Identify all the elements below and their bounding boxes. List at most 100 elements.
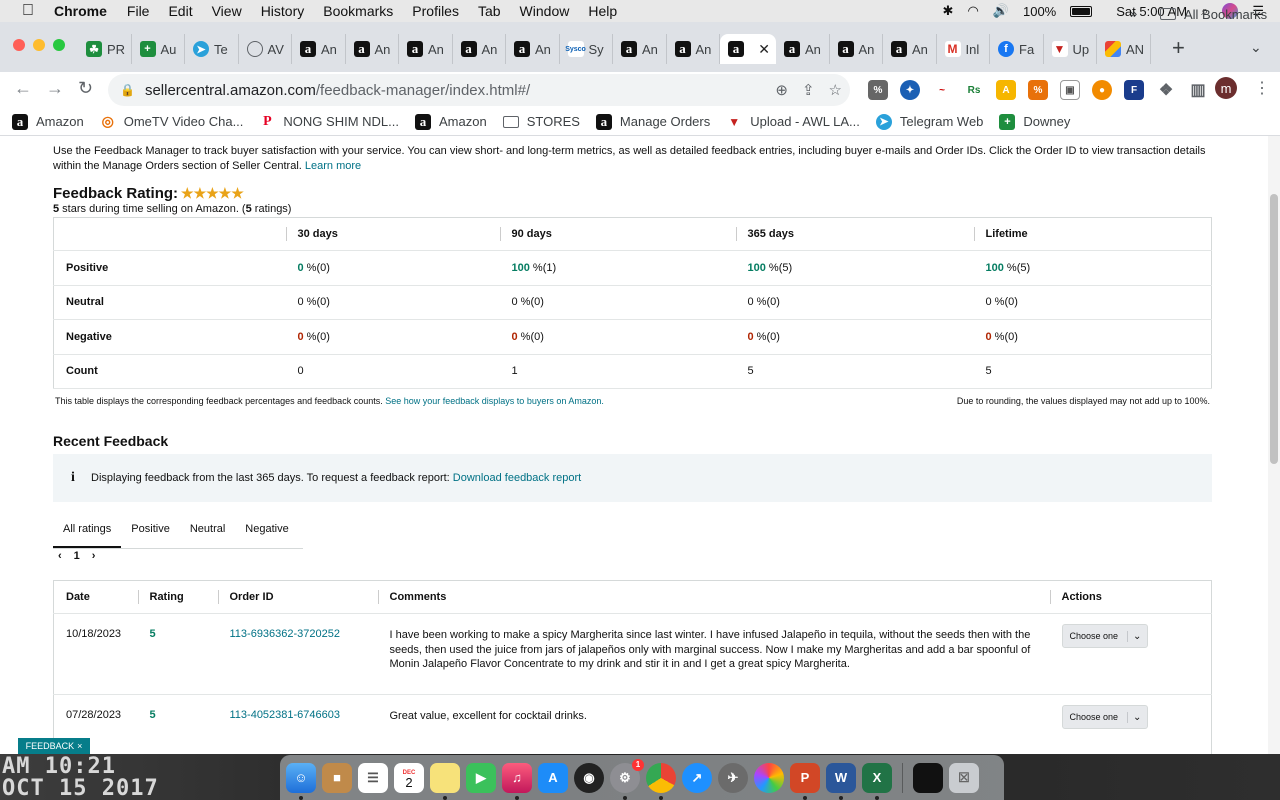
choose-action-dropdown[interactable]: Choose one ⌄ xyxy=(1061,624,1148,648)
f-extension-icon[interactable]: F xyxy=(1124,80,1144,100)
tab[interactable]: a An xyxy=(399,34,453,64)
contacts-icon[interactable]: ■ xyxy=(322,762,352,793)
tab[interactable]: a An xyxy=(346,34,399,64)
powerpoint-icon[interactable]: P xyxy=(790,762,820,800)
menu-profiles[interactable]: Profiles xyxy=(412,3,459,19)
tab[interactable]: Sysco Sy xyxy=(560,34,613,64)
tab[interactable]: a An xyxy=(830,34,883,64)
order-id-link[interactable]: 113-6936362-3720252 xyxy=(230,628,341,640)
orange-extension-icon[interactable]: ● xyxy=(1092,80,1112,100)
minimize-window-button[interactable] xyxy=(33,39,45,51)
bookmark-item[interactable]: a Manage Orders xyxy=(595,113,710,130)
side-panel-icon[interactable]: ▥ xyxy=(1188,80,1208,100)
tab[interactable]: a An xyxy=(506,34,560,64)
tab[interactable]: ☘ PR xyxy=(78,34,132,64)
profile-avatar[interactable]: m xyxy=(1215,77,1237,99)
tab[interactable]: a An xyxy=(776,34,830,64)
tab-positive[interactable]: Positive xyxy=(121,517,180,548)
tab-search-chevron-icon[interactable]: ⌄ xyxy=(1250,39,1262,56)
tab[interactable]: M Inl xyxy=(937,34,990,64)
current-page[interactable]: 1 xyxy=(74,550,80,562)
tab-active[interactable]: a ✕ xyxy=(720,34,776,64)
facetime-icon[interactable]: ▶ xyxy=(466,762,496,793)
all-bookmarks-button[interactable]: All Bookmarks xyxy=(1160,0,1267,28)
tab-negative[interactable]: Negative xyxy=(235,517,298,548)
menu-history[interactable]: History xyxy=(261,3,305,19)
bookmark-item[interactable]: ◎ OmeTV Video Cha... xyxy=(100,113,244,130)
system-preferences-icon[interactable]: ⚙ 1 xyxy=(610,758,644,800)
tab[interactable]: a An xyxy=(292,34,346,64)
circle-extension-icon[interactable]: ✦ xyxy=(900,80,920,100)
menu-file[interactable]: File xyxy=(127,3,150,19)
choose-action-dropdown[interactable]: Choose one ⌄ xyxy=(1061,705,1148,729)
bookmark-item[interactable]: + Downey xyxy=(999,113,1070,130)
tab[interactable]: a An xyxy=(453,34,506,64)
red-extension-icon[interactable]: ~ xyxy=(932,80,952,100)
puzzle-extensions-icon[interactable]: ❖ xyxy=(1156,80,1176,100)
tab[interactable]: a An xyxy=(667,34,720,64)
recent-folder-icon[interactable] xyxy=(913,762,943,793)
trash-icon[interactable]: ☒ xyxy=(949,762,979,793)
reload-icon[interactable]: ↻ xyxy=(78,78,93,99)
photos-icon[interactable] xyxy=(754,762,784,793)
tab[interactable]: + Au xyxy=(132,34,185,64)
notes-icon[interactable] xyxy=(430,762,460,800)
share-icon[interactable]: ⇪ xyxy=(802,81,815,99)
chrome-menu-icon[interactable]: ⋮ xyxy=(1254,78,1270,98)
tab[interactable]: AV xyxy=(239,34,292,64)
bookmarks-overflow-button[interactable]: » xyxy=(1130,6,1137,21)
forward-arrow-icon[interactable]: → xyxy=(46,78,64,99)
buyer-view-link[interactable]: See how your feedback displays to buyers… xyxy=(385,396,604,406)
menu-bookmarks[interactable]: Bookmarks xyxy=(323,3,393,19)
order-id-link[interactable]: 113-4052381-6746603 xyxy=(230,709,341,721)
tab[interactable]: a An xyxy=(883,34,937,64)
wifi-icon[interactable]: ◠ xyxy=(967,3,978,19)
fullscreen-window-button[interactable] xyxy=(53,39,65,51)
new-tab-button[interactable]: + xyxy=(1172,37,1185,59)
rs-extension-icon[interactable]: Rs xyxy=(964,80,984,100)
excel-icon[interactable]: X xyxy=(862,762,892,800)
coupon-extension-icon[interactable]: % xyxy=(868,80,888,100)
tab[interactable]: f Fa xyxy=(990,34,1044,64)
close-window-button[interactable] xyxy=(13,39,25,51)
menu-view[interactable]: View xyxy=(212,3,242,19)
bookmark-item[interactable]: ➤ Telegram Web xyxy=(875,113,983,130)
apple-icon[interactable]:  xyxy=(18,2,38,20)
bookmark-star-icon[interactable]: ☆ xyxy=(829,81,842,99)
cube-extension-icon[interactable]: ▣ xyxy=(1060,80,1080,100)
bookmark-item[interactable]: STORES xyxy=(502,114,580,129)
feedback-widget-button[interactable]: FEEDBACK × xyxy=(18,738,90,754)
next-page-chevron-icon[interactable]: › xyxy=(92,550,96,562)
finder-icon[interactable]: ☺ xyxy=(286,762,316,800)
bookmark-item[interactable]: P NONG SHIM NDL... xyxy=(259,114,399,130)
siri-dock-icon[interactable]: ◉ xyxy=(574,762,604,793)
tab-all-ratings[interactable]: All ratings xyxy=(53,517,122,548)
tab[interactable]: AN xyxy=(1097,34,1151,64)
bookmark-item[interactable]: ▼ Upload - AWL LA... xyxy=(726,113,860,130)
bookmark-item[interactable]: a Amazon xyxy=(415,113,487,130)
back-arrow-icon[interactable]: ← xyxy=(14,78,32,99)
download-report-link[interactable]: Download feedback report xyxy=(453,472,581,484)
volume-icon[interactable]: 🔊 xyxy=(993,3,1009,19)
app-name-menu[interactable]: Chrome xyxy=(54,3,107,19)
scrollbar-thumb[interactable] xyxy=(1270,194,1278,464)
music-icon[interactable]: ♫ xyxy=(502,762,532,800)
chrome-icon[interactable] xyxy=(646,762,676,800)
bookmark-item[interactable]: a Amazon xyxy=(12,113,84,130)
learn-more-link[interactable]: Learn more xyxy=(305,160,361,172)
battery-icon[interactable] xyxy=(1070,5,1093,17)
app-store-icon[interactable]: A xyxy=(538,762,568,793)
close-icon[interactable]: × xyxy=(77,741,82,751)
menu-tab[interactable]: Tab xyxy=(478,3,501,19)
menu-edit[interactable]: Edit xyxy=(168,3,192,19)
off-extension-icon[interactable]: % xyxy=(1028,80,1048,100)
bluetooth-icon[interactable]: ✱ xyxy=(943,3,954,19)
address-bar[interactable]: 🔒 sellercentral.amazon.com/feedback-mana… xyxy=(108,74,850,106)
tab[interactable]: a An xyxy=(613,34,667,64)
tab[interactable]: ➤ Te xyxy=(185,34,239,64)
prev-page-chevron-icon[interactable]: ‹ xyxy=(58,550,62,562)
calendar-icon[interactable]: DEC 2 xyxy=(394,762,424,793)
zoom-icon[interactable]: ⊕ xyxy=(775,81,788,99)
word-icon[interactable]: W xyxy=(826,762,856,800)
safari-icon[interactable]: ↗ xyxy=(682,762,712,793)
